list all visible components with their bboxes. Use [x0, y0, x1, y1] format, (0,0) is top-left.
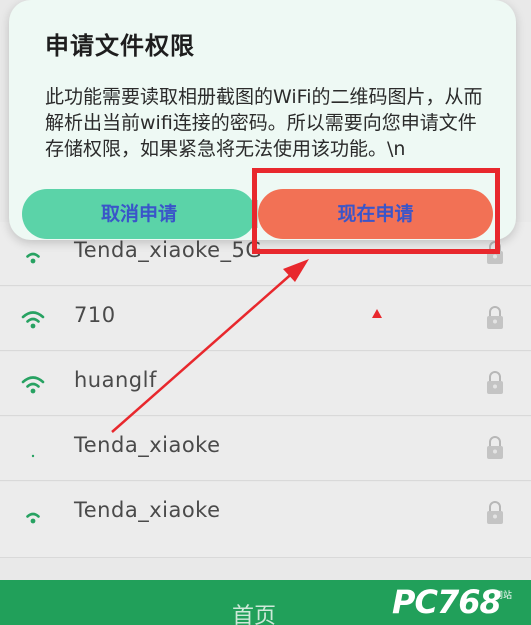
wifi-signal-icon [26, 512, 40, 524]
wifi-ssid: Tenda_xiaoke_5G [74, 238, 263, 262]
cancel-request-button[interactable]: 取消申请 [22, 189, 256, 239]
wifi-item[interactable]: huanglf [0, 352, 531, 416]
wifi-ssid: Tenda_xiaoke [74, 433, 221, 457]
dialog-title: 申请文件权限 [45, 32, 195, 60]
wifi-ssid: 710 [74, 303, 116, 327]
wifi-item[interactable]: Tenda_xiaoke [0, 482, 531, 558]
highlight-box [252, 168, 500, 254]
nav-home-tab[interactable]: 首页 [232, 598, 276, 625]
pc768-watermark-logo: PC768 [392, 583, 502, 621]
wifi-item[interactable]: 710 [0, 287, 531, 351]
dialog-message: 此功能需要读取相册截图的WiFi的二维码图片，从而解析出当前wifi连接的密码。… [45, 86, 483, 160]
wifi-ssid: Tenda_xiaoke [74, 498, 221, 522]
watermark-sub: 网站 [494, 591, 513, 601]
wifi-signal-icon [31, 454, 35, 458]
wifi-signal-icon [21, 376, 45, 394]
screen: Tenda_xiaoke_5G 710 huanglf Tenda_xiaoke… [0, 0, 531, 625]
lock-icon [487, 501, 503, 524]
lock-icon [487, 371, 503, 394]
annotation-marker [372, 309, 382, 318]
lock-icon [487, 306, 503, 329]
wifi-item[interactable]: Tenda_xiaoke [0, 417, 531, 481]
wifi-signal-icon [26, 252, 40, 264]
lock-icon [487, 436, 503, 459]
wifi-ssid: huanglf [74, 368, 157, 392]
wifi-signal-icon [21, 311, 45, 329]
